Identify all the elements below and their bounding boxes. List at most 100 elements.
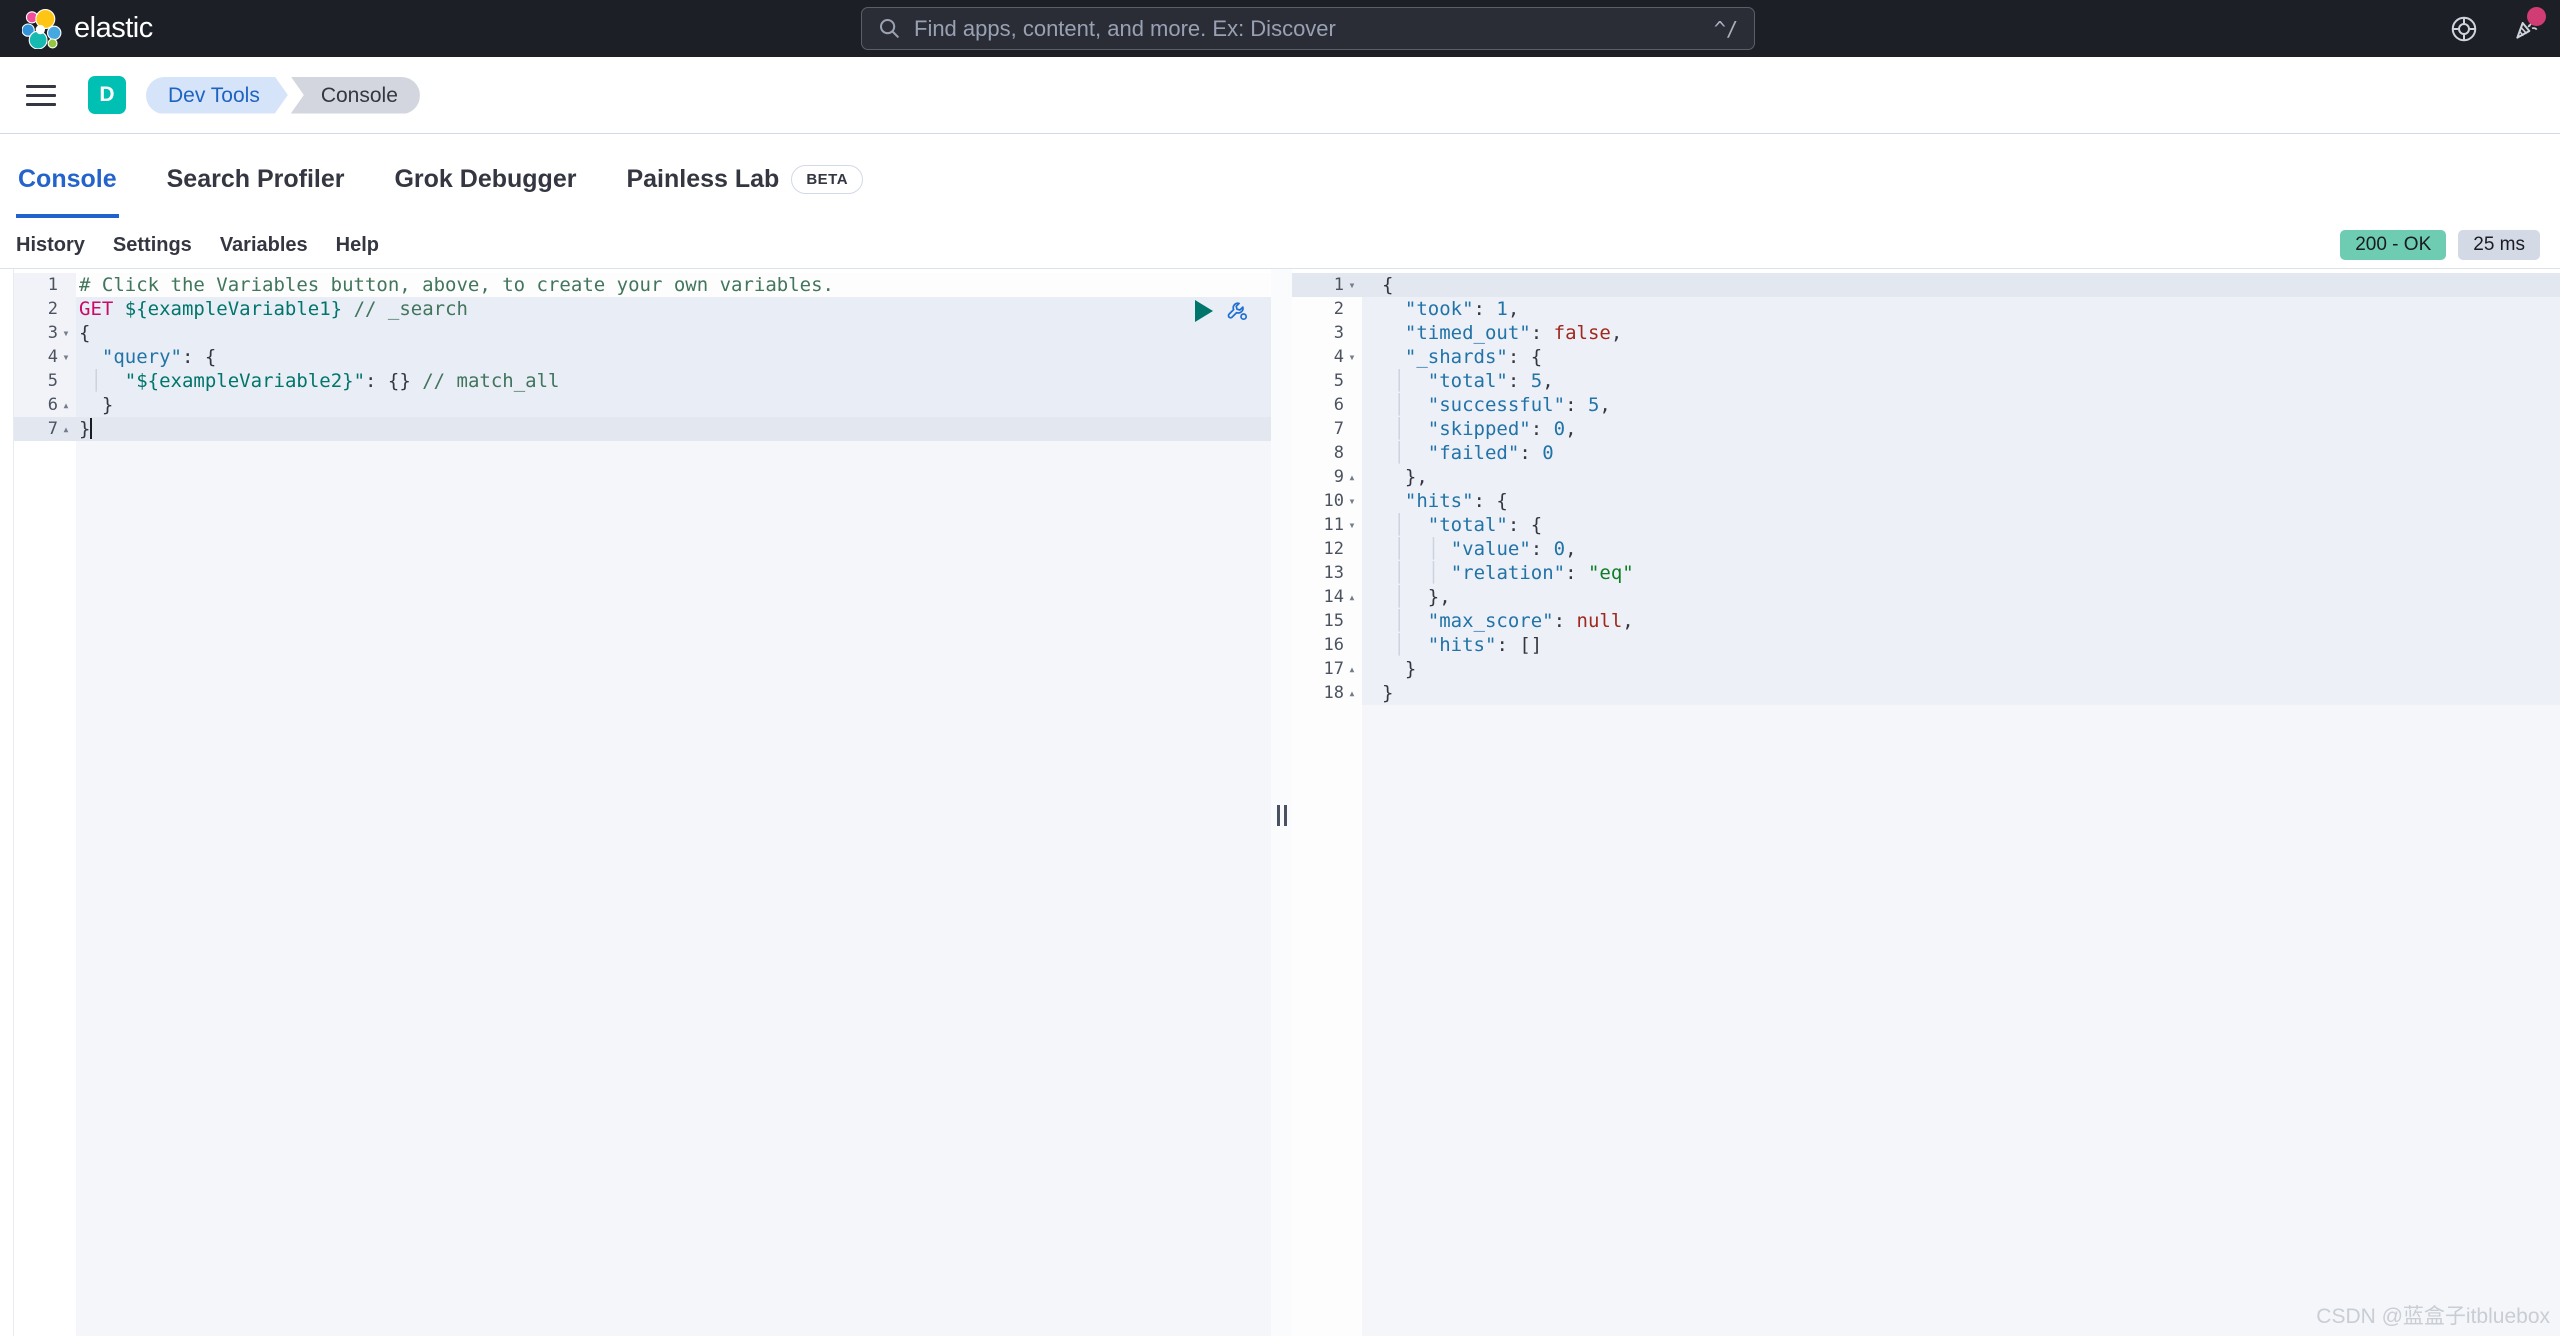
header-actions xyxy=(2448,0,2542,57)
code-line: 7▴} xyxy=(14,417,1271,441)
menu-item-settings[interactable]: Settings xyxy=(113,234,192,257)
code-line: 5 │ "total": 5, xyxy=(1292,369,2560,393)
tab-search-profiler[interactable]: Search Profiler xyxy=(165,165,347,218)
line-number-gutter: 6▴ xyxy=(14,393,76,417)
logo-wordmark: elastic xyxy=(74,12,153,45)
tab-painless-lab[interactable]: Painless Lab BETA xyxy=(624,165,865,218)
code-line: 10▾ "hits": { xyxy=(1292,489,2560,513)
tab-label: Painless Lab xyxy=(626,165,779,194)
code-line: 5 │ "${exampleVariable2}": {} // match_a… xyxy=(14,369,1271,393)
line-number-gutter: 16 xyxy=(1292,633,1362,657)
menu-item-history[interactable]: History xyxy=(16,234,85,257)
line-number-gutter: 7 xyxy=(1292,417,1362,441)
line-number-gutter: 9▴ xyxy=(1292,465,1362,489)
code-line: 17▴ } xyxy=(1292,657,2560,681)
request-editor[interactable]: 1# Click the Variables button, above, to… xyxy=(13,269,1271,1336)
fold-toggle-icon[interactable]: ▾ xyxy=(1344,518,1360,532)
text-cursor xyxy=(90,418,92,439)
code-line: 2GET ${exampleVariable1} // _search xyxy=(14,297,1271,321)
fold-toggle-icon[interactable]: ▾ xyxy=(1344,350,1360,364)
console-split-view: 1# Click the Variables button, above, to… xyxy=(0,268,2560,1336)
code-line: 11▾ │ "total": { xyxy=(1292,513,2560,537)
fold-toggle-icon[interactable]: ▴ xyxy=(1344,470,1360,484)
fold-toggle-icon[interactable]: ▴ xyxy=(1344,662,1360,676)
code-line: 4▾ "query": { xyxy=(14,345,1271,369)
code-line: 7 │ "skipped": 0, xyxy=(1292,417,2560,441)
response-viewer[interactable]: 1▾{2 "took": 1,3 "timed_out": false,4▾ "… xyxy=(1292,269,2560,1336)
tab-console[interactable]: Console xyxy=(16,165,119,218)
news-button[interactable] xyxy=(2510,13,2542,45)
code-line: 15 │ "max_score": null, xyxy=(1292,609,2560,633)
console-toolbar: History Settings Variables Help 200 - OK 25… xyxy=(0,222,2560,268)
fold-toggle-icon[interactable]: ▴ xyxy=(1344,590,1360,604)
line-number-gutter: 13 xyxy=(1292,561,1362,585)
fold-toggle-icon[interactable]: ▴ xyxy=(58,422,74,436)
pane-resizer[interactable] xyxy=(1271,269,1292,1336)
beta-badge: BETA xyxy=(791,165,863,194)
line-number-gutter: 4▾ xyxy=(14,345,76,369)
menu-icon[interactable] xyxy=(26,85,56,106)
line-number-gutter: 17▴ xyxy=(1292,657,1362,681)
fold-toggle-icon[interactable]: ▾ xyxy=(1344,278,1360,292)
line-number-gutter: 5 xyxy=(14,369,76,393)
code-line: 18▴} xyxy=(1292,681,2560,705)
line-number-gutter: 5 xyxy=(1292,369,1362,393)
code-line: 1# Click the Variables button, above, to… xyxy=(14,273,1271,297)
code-line: 16 │ "hits": [] xyxy=(1292,633,2560,657)
code-line: 13 │ │ "relation": "eq" xyxy=(1292,561,2560,585)
line-number-gutter: 14▴ xyxy=(1292,585,1362,609)
code-line: 3▾{ xyxy=(14,321,1271,345)
line-number-gutter: 7▴ xyxy=(14,417,76,441)
fold-toggle-icon[interactable]: ▴ xyxy=(58,398,74,412)
dev-tools-tabs: Console Search Profiler Grok Debugger Painl… xyxy=(0,134,2560,218)
code-line: 3 "timed_out": false, xyxy=(1292,321,2560,345)
code-line: 12 │ │ "value": 0, xyxy=(1292,537,2560,561)
watermark: CSDN @蓝盒子itbluebox xyxy=(2316,1300,2550,1330)
send-request-button[interactable] xyxy=(1195,300,1213,322)
search-input[interactable] xyxy=(914,16,1714,42)
code-line: 6 │ "successful": 5, xyxy=(1292,393,2560,417)
help-button[interactable] xyxy=(2448,13,2480,45)
fold-toggle-icon[interactable]: ▴ xyxy=(1344,686,1360,700)
breadcrumb-bar: D Dev Tools Console xyxy=(0,57,2560,134)
line-number-gutter: 3 xyxy=(1292,321,1362,345)
life-ring-icon xyxy=(2449,14,2479,44)
editor-empty-area xyxy=(14,441,1271,1336)
code-line: 8 │ "failed": 0 xyxy=(1292,441,2560,465)
menu-item-variables[interactable]: Variables xyxy=(220,234,308,257)
line-number-gutter: 12 xyxy=(1292,537,1362,561)
code-line: 14▴ │ }, xyxy=(1292,585,2560,609)
fold-toggle-icon[interactable]: ▾ xyxy=(58,350,74,364)
breadcrumb-console: Console xyxy=(291,77,420,114)
elastic-logo[interactable]: elastic xyxy=(22,9,153,49)
response-time-badge: 25 ms xyxy=(2458,230,2540,260)
menu-item-help[interactable]: Help xyxy=(336,234,379,257)
wrench-icon[interactable] xyxy=(1225,299,1249,323)
line-number-gutter: 10▾ xyxy=(1292,489,1362,513)
request-actions xyxy=(1195,299,1249,323)
global-header: elastic ^/ xyxy=(0,0,2560,57)
status-badge: 200 - OK xyxy=(2340,230,2446,260)
resizer-handle-icon xyxy=(1277,805,1287,826)
line-number-gutter: 2 xyxy=(1292,297,1362,321)
search-shortcut-hint: ^/ xyxy=(1714,17,1738,41)
code-line: 2 "took": 1, xyxy=(1292,297,2560,321)
line-number-gutter: 1▾ xyxy=(1292,273,1362,297)
line-number-gutter: 15 xyxy=(1292,609,1362,633)
elastic-logo-icon xyxy=(22,9,62,49)
tab-label: Grok Debugger xyxy=(394,165,576,194)
global-search[interactable]: ^/ xyxy=(861,7,1755,50)
fold-toggle-icon[interactable]: ▾ xyxy=(1344,494,1360,508)
line-number-gutter: 2 xyxy=(14,297,76,321)
tab-label: Search Profiler xyxy=(167,165,345,194)
editor-empty-area xyxy=(1292,705,2560,1336)
app-badge: D xyxy=(88,76,126,114)
notification-dot xyxy=(2527,7,2546,26)
fold-toggle-icon[interactable]: ▾ xyxy=(58,326,74,340)
response-status-group: 200 - OK 25 ms xyxy=(2340,230,2544,260)
breadcrumb: Dev Tools Console xyxy=(146,77,420,114)
tab-grok-debugger[interactable]: Grok Debugger xyxy=(392,165,578,218)
code-line: 9▴ }, xyxy=(1292,465,2560,489)
breadcrumb-dev-tools[interactable]: Dev Tools xyxy=(146,77,288,114)
console-app: elastic ^/ xyxy=(0,0,2560,1336)
